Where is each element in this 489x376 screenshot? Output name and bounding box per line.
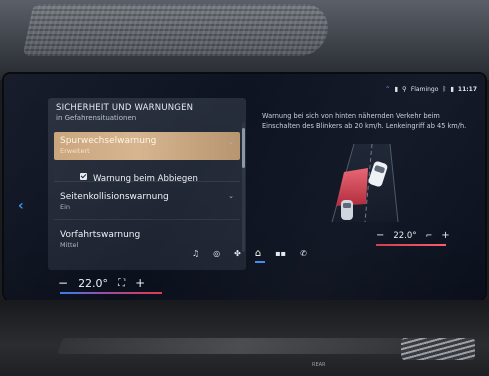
menu-item-spurwechselwarnung[interactable]: Spurwechselwarnung Erweitert ⌄	[54, 132, 240, 160]
menu-item-value: Erweitert	[60, 147, 90, 155]
rear-label: REAR	[312, 362, 326, 368]
temp-decrease-button[interactable]: −	[58, 276, 68, 290]
scrollbar-thumb[interactable]	[242, 128, 245, 168]
menu-item-value: Ein	[60, 203, 71, 211]
info-description: Warnung bei sich von hinten nähernden Ve…	[262, 112, 467, 130]
bottom-dock: ♫ ◎ ✤ ⌂ ▪▪ ✆	[192, 248, 307, 263]
dashboard-trim	[57, 338, 423, 354]
phone-icon: ▮	[394, 85, 399, 93]
music-icon[interactable]: ♫	[192, 249, 199, 258]
menu-item-label: Warnung beim Abbiegen	[93, 174, 198, 184]
dashboard-top	[0, 0, 489, 80]
wifi-icon: ⌃	[385, 85, 391, 93]
temp-indicator-bar	[376, 244, 446, 246]
speaker-grille	[22, 4, 334, 56]
temp-value: 22.0°	[78, 276, 109, 290]
seat-heating-icon[interactable]: ⛶	[118, 278, 125, 289]
bluetooth-icon: ᛒ	[442, 85, 447, 93]
temp-increase-button[interactable]: +	[135, 276, 145, 290]
temp-decrease-button[interactable]: −	[376, 230, 384, 241]
temp-increase-button[interactable]: +	[441, 230, 449, 241]
settings-menu-panel: SICHERHEIT UND WARNUNGEN in Gefahrensitu…	[48, 98, 246, 270]
signal-icon: ⚲	[402, 85, 407, 93]
climate-passenger: − 22.0° ⌐ +	[376, 230, 450, 241]
home-icon[interactable]: ⌂	[255, 248, 261, 259]
menu-item-label: Spurwechselwarnung	[60, 136, 157, 146]
temp-value: 22.0°	[393, 230, 417, 241]
phone-icon[interactable]: ✆	[300, 249, 307, 258]
menu-item-label: Vorfahrtswarnung	[60, 230, 141, 240]
status-bar: ⌃ ▮ ⚲ Flamingo ᛒ ▮ 11:17	[385, 85, 477, 93]
menu-title: SICHERHEIT UND WARNUNGEN	[56, 103, 194, 113]
apps-icon[interactable]: ▪▪	[275, 249, 286, 258]
lane-change-illustration-icon	[331, 143, 399, 223]
menu-subtitle: in Gefahrensituationen	[56, 114, 137, 122]
menu-header: SICHERHEIT UND WARNUNGEN in Gefahrensitu…	[56, 103, 193, 122]
back-chevron-icon[interactable]: ‹	[18, 198, 24, 214]
chevron-down-icon: ⌄	[228, 138, 234, 146]
battery-icon: ▮	[450, 85, 454, 93]
fan-icon[interactable]: ✤	[234, 249, 241, 258]
seat-heating-icon[interactable]: ⌐	[426, 231, 433, 240]
menu-item-label: Seitenkollisionswarnung	[60, 192, 169, 202]
temp-indicator-bar	[60, 292, 162, 294]
network-name: Flamingo	[410, 85, 439, 93]
air-vent	[401, 338, 475, 360]
infotainment-screen: ⌃ ▮ ⚲ Flamingo ᛒ ▮ 11:17 ‹ SICHERHEIT UN…	[4, 74, 485, 302]
menu-item-seitenkollisionswarnung[interactable]: Seitenkollisionswarnung Ein ⌄	[54, 186, 240, 220]
climate-driver: − 22.0° ⛶ +	[58, 276, 145, 290]
menu-scrollbar[interactable]	[242, 122, 245, 252]
navigation-icon[interactable]: ◎	[213, 249, 220, 258]
menu-item-warnung-beim-abbiegen[interactable]: Warnung beim Abbiegen	[54, 162, 240, 184]
chevron-down-icon: ⌄	[228, 192, 234, 200]
checkbox-checked-icon[interactable]	[80, 173, 87, 180]
clock: 11:17	[457, 85, 477, 93]
